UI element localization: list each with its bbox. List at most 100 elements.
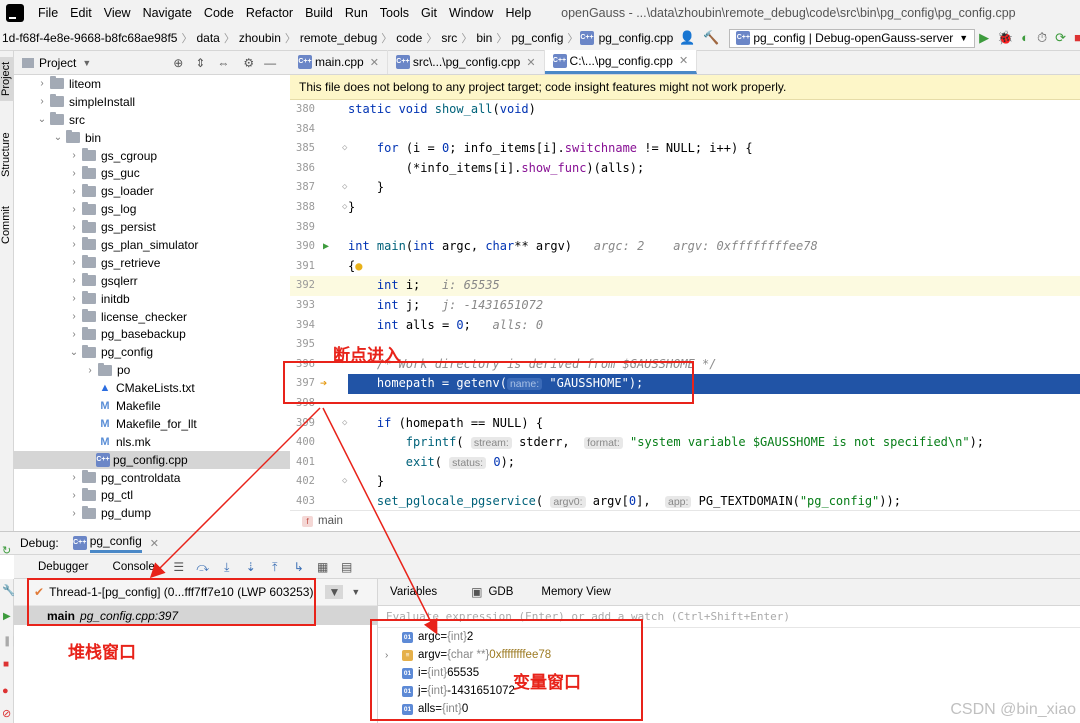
mute-breakpoints-icon[interactable]: ⊘ — [2, 707, 11, 720]
step-into-icon[interactable]: ⤓ — [220, 560, 234, 574]
coverage-icon[interactable]: ◐ — [1021, 30, 1029, 46]
breadcrumb-data[interactable]: data — [194, 31, 221, 45]
tree-item[interactable]: › gs_guc — [14, 164, 290, 182]
table-icon[interactable]: ▦ — [316, 560, 330, 574]
filter-icon[interactable]: ▼ — [325, 585, 344, 599]
breadcrumb-src[interactable]: src — [439, 31, 459, 45]
tab-c-pg-config[interactable]: C++ C:\...\pg_config.cpp ✕ — [544, 50, 698, 74]
run-configuration-selector[interactable]: C++ pg_config | Debug-openGauss-server ▼ — [729, 28, 976, 48]
chevron-right-icon[interactable]: › — [68, 239, 80, 250]
tree-item[interactable]: › gs_retrieve — [14, 254, 290, 272]
breadcrumb-code[interactable]: code — [394, 31, 424, 45]
step-out-icon[interactable]: ⤒ — [268, 560, 282, 574]
tab-src-pg-config[interactable]: C++ src\...\pg_config.cpp ✕ — [388, 50, 545, 74]
menu-help[interactable]: Help — [499, 6, 537, 20]
tree-item[interactable]: › gs_plan_simulator — [14, 236, 290, 254]
tree-item[interactable]: › pg_dump — [14, 504, 290, 522]
close-icon[interactable]: ✕ — [370, 56, 379, 69]
chevron-right-icon[interactable]: › — [68, 257, 80, 268]
code-editor[interactable]: static void show_all(void) for (i = 0; i… — [348, 100, 1080, 510]
expand-icon[interactable]: ⇔ — [217, 56, 229, 70]
chevron-right-icon[interactable]: › — [68, 472, 80, 483]
stop-icon[interactable]: ■ — [1074, 30, 1080, 46]
tree-item[interactable]: M Makefile — [14, 397, 290, 415]
tree-item[interactable]: ▲ CMakeLists.txt — [14, 379, 290, 397]
tree-item[interactable]: › license_checker — [14, 308, 290, 326]
tree-item[interactable]: › gsqlerr — [14, 272, 290, 290]
evaluate-icon[interactable]: ▤ — [340, 560, 354, 574]
tree-item[interactable]: ⌄ pg_config — [14, 343, 290, 361]
tab-debugger[interactable]: Debugger — [14, 561, 101, 573]
chevron-right-icon[interactable]: › — [68, 508, 80, 519]
tree-item[interactable]: › gs_log — [14, 200, 290, 218]
tree-item[interactable]: › po — [14, 361, 290, 379]
step-into-force-icon[interactable]: ⇣ — [244, 560, 258, 574]
tree-item[interactable]: Mnls.mk — [14, 433, 290, 451]
step-over-icon[interactable]: ⤼ — [196, 560, 210, 574]
menu-git[interactable]: Git — [415, 6, 443, 20]
fold-icon[interactable]: ◇ — [342, 139, 347, 159]
tab-console[interactable]: Console — [101, 561, 167, 573]
chevron-down-icon[interactable]: ⌄ — [52, 132, 64, 143]
tab-memory-view[interactable]: Memory View — [523, 586, 620, 598]
fold-icon[interactable]: ◇ — [342, 472, 347, 492]
tree-item[interactable]: M Makefile_for_llt — [14, 415, 290, 433]
menu-build[interactable]: Build — [299, 6, 339, 20]
menu-run[interactable]: Run — [339, 6, 374, 20]
chevron-down-icon[interactable]: ▼ — [82, 58, 91, 68]
rerun-icon[interactable]: ↻ — [2, 544, 11, 557]
project-tool-tab[interactable]: Project — [0, 57, 14, 101]
breadcrumb-file[interactable]: pg_config.cpp — [597, 31, 676, 45]
tree-item[interactable]: › pg_controldata — [14, 469, 290, 487]
close-icon[interactable]: ✕ — [679, 54, 688, 67]
tree-item[interactable]: › liteom — [14, 75, 290, 93]
tree-item[interactable]: C++ pg_config.cpp — [14, 450, 290, 469]
project-view-selector[interactable]: Project — [39, 56, 76, 70]
tab-gdb[interactable]: GDB — [482, 586, 523, 598]
chevron-right-icon[interactable]: › — [68, 311, 80, 322]
breadcrumb-remote-debug[interactable]: remote_debug — [298, 31, 379, 45]
chevron-right-icon[interactable]: › — [36, 78, 48, 89]
menu-view[interactable]: View — [98, 6, 137, 20]
run-gutter-icon[interactable]: ▶ — [323, 237, 329, 257]
menu-edit[interactable]: Edit — [64, 6, 98, 20]
chevron-right-icon[interactable]: › — [68, 168, 80, 179]
menu-lines-icon[interactable]: ☰ — [172, 560, 186, 574]
structure-tool-tab[interactable]: Structure — [0, 125, 14, 185]
view-breakpoints-icon[interactable]: ● — [2, 685, 9, 697]
menu-refactor[interactable]: Refactor — [240, 6, 299, 20]
tree-item[interactable]: › pg_ctl — [14, 486, 290, 504]
run-to-cursor-icon[interactable]: ↳ — [292, 560, 306, 574]
menu-tools[interactable]: Tools — [374, 6, 415, 20]
tree-item[interactable]: › gs_cgroup — [14, 147, 290, 165]
chevron-right-icon[interactable]: › — [68, 222, 80, 233]
locate-icon[interactable]: ⊕ — [173, 56, 183, 70]
attach-icon[interactable]: ⟳ — [1055, 30, 1066, 46]
breadcrumb-pg-config[interactable]: pg_config — [509, 31, 565, 45]
debug-icon[interactable]: 🐞 — [997, 30, 1013, 46]
tree-item[interactable]: › pg_basebackup — [14, 325, 290, 343]
chevron-right-icon[interactable]: › — [68, 150, 80, 161]
run-icon[interactable]: ▶ — [979, 30, 989, 46]
tab-variables[interactable]: Variables — [378, 586, 447, 598]
chevron-right-icon[interactable]: › — [68, 490, 80, 501]
collapse-all-icon[interactable]: ⇕ — [195, 56, 205, 70]
editor-breadcrumb[interactable]: f main — [290, 510, 1080, 531]
breadcrumb-zhoubin[interactable]: zhoubin — [237, 31, 283, 45]
fold-icon[interactable]: ◇ — [342, 198, 347, 218]
chevron-down-icon[interactable]: ▼ — [351, 587, 360, 597]
chevron-right-icon[interactable]: › — [68, 204, 80, 215]
menu-file[interactable]: File — [32, 6, 64, 20]
commit-tool-tab[interactable]: Commit — [0, 201, 14, 249]
build-hammer-icon[interactable]: 🔨 — [703, 30, 719, 46]
editor-gutter[interactable]: 380 384 385 ◇ 386 387 ◇ 388 ◇ 389 390 ▶ 391 … — [290, 100, 348, 510]
tree-item[interactable]: ⌄ bin — [14, 129, 290, 147]
close-icon[interactable]: ✕ — [526, 56, 535, 69]
fold-icon[interactable]: ◇ — [342, 414, 347, 434]
breadcrumb-bin[interactable]: bin — [474, 31, 494, 45]
tree-item[interactable]: › gs_persist — [14, 218, 290, 236]
chevron-right-icon[interactable]: › — [68, 186, 80, 197]
chevron-right-icon[interactable]: › — [68, 293, 80, 304]
chevron-right-icon[interactable]: › — [36, 96, 48, 107]
lightbulb-icon[interactable]: ● — [355, 259, 362, 273]
